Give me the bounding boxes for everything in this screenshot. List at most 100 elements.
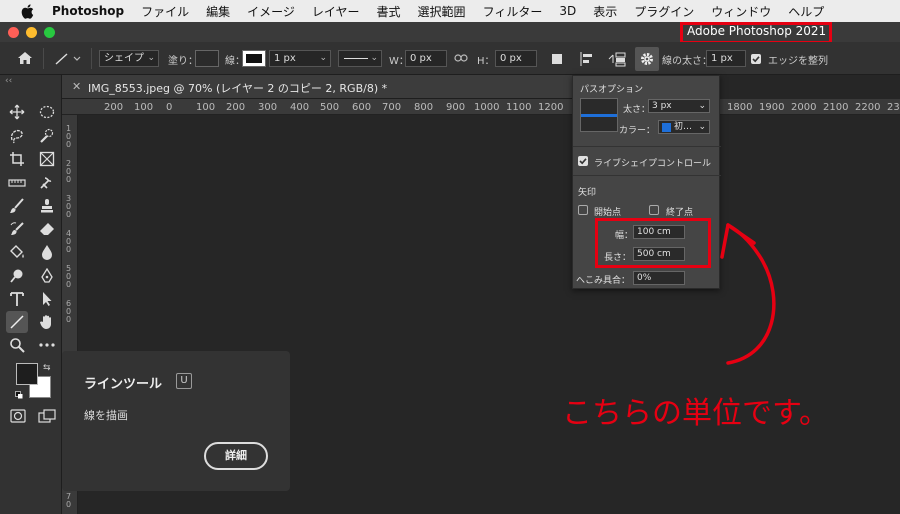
weight-select[interactable]: 3 px ⌄	[648, 99, 710, 113]
home-icon[interactable]	[17, 51, 33, 68]
live-shape-label: ライブシェイプコントロール	[594, 159, 712, 169]
stroke-swatch[interactable]	[242, 50, 266, 67]
line-tool-preset-icon[interactable]	[54, 52, 82, 69]
color-swatch	[662, 123, 671, 132]
menu-select[interactable]: 選択範囲	[418, 3, 466, 20]
type-tool-icon[interactable]	[6, 288, 28, 310]
lasso-tool-icon[interactable]	[6, 125, 28, 147]
ruler-tick: 2200	[855, 102, 881, 113]
concavity-label: へこみ具合：	[576, 276, 631, 286]
menu-filter[interactable]: フィルター	[483, 3, 543, 20]
height-label: H：	[477, 56, 495, 67]
move-tool-icon[interactable]	[6, 101, 28, 123]
document-tab-title[interactable]: IMG_8553.jpeg @ 70% (レイヤー 2 のコピー 2, RGB/…	[88, 80, 387, 96]
stroke-width-select[interactable]: 1 px ⌄	[269, 50, 331, 67]
path-arrangement-icon[interactable]	[607, 50, 627, 71]
dodge-tool-icon[interactable]	[6, 265, 28, 287]
path-alignment-icon[interactable]	[579, 51, 595, 70]
options-bar: シェイプ ⌄ 塗り： 線： 1 px ⌄ ⌄ W： 0 px H： 0 px 線の太…	[0, 42, 900, 75]
end-point-checkbox[interactable]	[649, 205, 659, 215]
ruler-tick: 0	[166, 102, 173, 113]
path-selection-icon[interactable]	[36, 288, 58, 310]
tool-mode-select[interactable]: シェイプ ⌄	[99, 50, 159, 67]
line-weight-input[interactable]: 1 px	[706, 50, 746, 67]
minimize-window-button[interactable]	[26, 27, 37, 38]
ruler-tick: 2 0 0	[66, 159, 72, 184]
align-edges-checkbox[interactable]	[751, 54, 761, 64]
quick-selection-icon[interactable]	[36, 125, 58, 147]
pen-tool-icon[interactable]	[36, 265, 58, 287]
swap-colors-icon[interactable]: ⇆	[43, 363, 51, 373]
foreground-color-swatch[interactable]	[16, 363, 38, 385]
menu-image[interactable]: イメージ	[247, 3, 295, 20]
link-icon[interactable]	[454, 53, 468, 66]
close-window-button[interactable]	[8, 27, 19, 38]
hand-tool-icon[interactable]	[36, 311, 58, 333]
fill-swatch[interactable]	[195, 50, 219, 67]
clone-stamp-icon[interactable]	[36, 195, 58, 217]
horizontal-ruler: 200 100 0 100 200 300 400 500 600 700 80…	[62, 99, 900, 115]
ruler-tick: 100	[134, 102, 154, 113]
menu-help[interactable]: ヘルプ	[788, 3, 824, 20]
concavity-input[interactable]: 0%	[633, 271, 685, 285]
height-input[interactable]: 0 px	[495, 50, 537, 67]
ruler-tick: 7 0	[66, 492, 72, 509]
line-tool-icon[interactable]	[6, 311, 28, 333]
tooltip-shortcut: U	[176, 373, 192, 389]
ruler-tool-icon[interactable]	[6, 172, 28, 194]
quick-mask-icon[interactable]	[10, 409, 26, 426]
eraser-tool-icon[interactable]	[36, 218, 58, 240]
elliptical-marquee-icon[interactable]	[36, 101, 58, 123]
menu-layer[interactable]: レイヤー	[312, 3, 360, 20]
more-tools-icon[interactable]	[36, 334, 58, 356]
stroke-style-select[interactable]: ⌄	[338, 50, 382, 67]
ruler-tick: 1800	[727, 102, 753, 113]
line-weight-label: 線の太さ：	[662, 56, 712, 67]
ruler-tick: 6 0 0	[66, 299, 72, 324]
separator	[91, 48, 92, 69]
path-options-title: パスオプション	[580, 85, 644, 95]
brush-tool-icon[interactable]	[6, 195, 28, 217]
width-input[interactable]: 0 px	[405, 50, 447, 67]
details-button[interactable]: 詳細	[204, 442, 268, 470]
start-point-checkbox[interactable]	[578, 205, 588, 215]
menu-bar: Photoshop ファイル 編集 イメージ レイヤー 書式 選択範囲 フィルタ…	[0, 0, 900, 22]
healing-brush-icon[interactable]	[36, 172, 58, 194]
zoom-tool-icon[interactable]	[6, 334, 28, 356]
ruler-tick: 200	[104, 102, 124, 113]
tooltip-title: ラインツール	[84, 377, 163, 392]
stroke-style-line	[344, 58, 368, 59]
menu-window[interactable]: ウィンドウ	[711, 3, 771, 20]
path-operations-icon[interactable]	[551, 53, 563, 68]
screen-mode-icon[interactable]	[38, 409, 56, 426]
apple-menu-icon[interactable]	[18, 3, 36, 19]
separator	[43, 48, 44, 69]
path-options-gear-button[interactable]	[635, 47, 659, 71]
paint-bucket-icon[interactable]	[6, 241, 28, 263]
default-colors-icon[interactable]	[15, 389, 23, 402]
annotation-text: こちらの単位です。	[562, 396, 829, 431]
start-point-label: 開始点	[594, 208, 622, 218]
tooltip-description: 線を描画	[84, 409, 128, 422]
crop-tool-icon[interactable]	[6, 148, 28, 170]
divider	[573, 146, 721, 147]
color-select[interactable]: 初… ⌄	[658, 120, 710, 134]
blur-tool-icon[interactable]	[36, 241, 58, 263]
menu-app-name[interactable]: Photoshop	[52, 4, 124, 18]
menu-view[interactable]: 表示	[593, 3, 617, 20]
ruler-tick: 1900	[759, 102, 785, 113]
menu-plugins[interactable]: プラグイン	[634, 3, 694, 20]
zoom-window-button[interactable]	[44, 27, 55, 38]
history-brush-icon[interactable]	[6, 218, 28, 240]
frame-tool-icon[interactable]	[36, 148, 58, 170]
menu-file[interactable]: ファイル	[141, 3, 189, 20]
gear-icon	[641, 53, 653, 65]
end-point-label: 終了点	[666, 208, 694, 218]
menu-type[interactable]: 書式	[377, 3, 401, 20]
collapse-panel-icon[interactable]: ‹‹	[5, 76, 12, 86]
close-tab-icon[interactable]: ✕	[72, 80, 81, 93]
menu-3d[interactable]: 3D	[559, 4, 576, 18]
live-shape-checkbox[interactable]	[578, 156, 588, 166]
window-title: Adobe Photoshop 2021	[687, 24, 827, 38]
menu-edit[interactable]: 編集	[206, 3, 230, 20]
